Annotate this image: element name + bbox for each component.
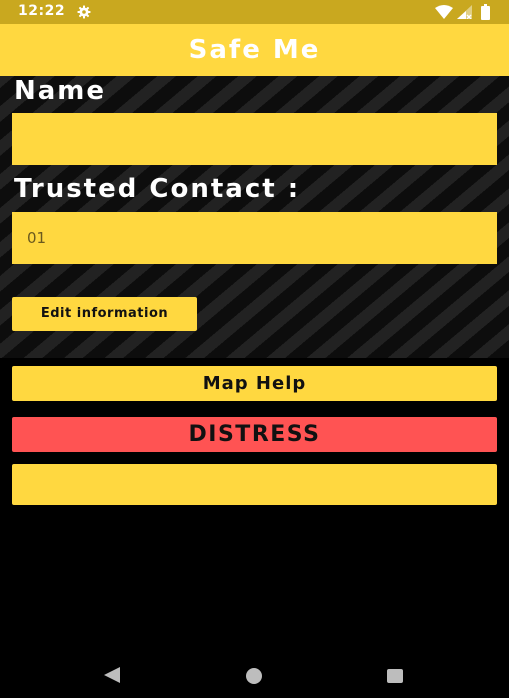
distress-button[interactable]: DISTRESS — [12, 417, 497, 452]
home-icon[interactable] — [245, 667, 263, 685]
app-title: Safe Me — [188, 35, 321, 65]
blank-button[interactable] — [12, 464, 497, 505]
trusted-contact-input[interactable] — [12, 212, 497, 264]
back-icon[interactable] — [103, 666, 121, 684]
status-bar: 12:22 — [0, 0, 509, 24]
name-input[interactable] — [12, 113, 497, 165]
battery-icon — [481, 4, 490, 20]
recents-icon[interactable] — [386, 667, 404, 685]
edit-information-button[interactable]: Edit information — [12, 297, 197, 331]
trusted-contact-label: Trusted Contact : — [14, 174, 301, 204]
map-help-button[interactable]: Map Help — [12, 366, 497, 401]
name-label: Name — [14, 76, 107, 106]
wifi-icon — [435, 5, 453, 19]
status-time: 12:22 — [18, 3, 66, 19]
gear-icon — [77, 5, 91, 19]
signal-icon — [457, 5, 472, 19]
app-bar: Safe Me — [0, 24, 509, 76]
